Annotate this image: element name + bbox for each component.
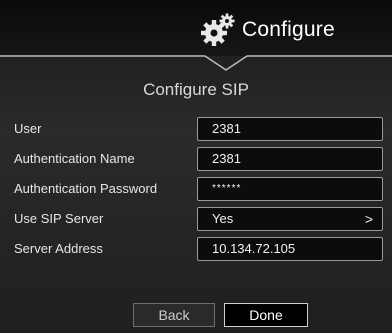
use-sip-server-label: Use SIP Server xyxy=(14,211,104,226)
user-label: User xyxy=(14,121,42,136)
gears-icon xyxy=(201,13,235,46)
auth-password-row: Authentication Password ****** xyxy=(0,177,392,203)
use-sip-server-value: Yes xyxy=(212,211,234,226)
use-sip-server-row: Use SIP Server Yes > xyxy=(0,207,392,233)
auth-name-label: Authentication Name xyxy=(14,151,135,166)
configure-sip-screen: Configure Configure SIP User 2381 Authen… xyxy=(0,0,392,333)
use-sip-server-select[interactable]: Yes > xyxy=(197,207,383,231)
back-button[interactable]: Back xyxy=(133,303,215,327)
user-field[interactable]: 2381 xyxy=(197,117,383,141)
done-button[interactable]: Done xyxy=(224,303,308,327)
user-row: User 2381 xyxy=(0,117,392,143)
auth-name-row: Authentication Name 2381 xyxy=(0,147,392,173)
auth-name-field[interactable]: 2381 xyxy=(197,147,383,171)
server-address-label: Server Address xyxy=(14,241,103,256)
section-title: Configure SIP xyxy=(143,80,249,99)
page-title: Configure xyxy=(242,18,335,41)
header-title-group: Configure xyxy=(200,12,335,48)
auth-password-label: Authentication Password xyxy=(14,181,158,196)
header-bar: Configure xyxy=(0,0,392,56)
server-address-field[interactable]: 10.134.72.105 xyxy=(197,237,383,261)
server-address-row: Server Address 10.134.72.105 xyxy=(0,237,392,263)
chevron-right-icon: > xyxy=(364,211,373,227)
auth-password-field[interactable]: ****** xyxy=(197,177,383,201)
header-divider xyxy=(0,55,392,71)
